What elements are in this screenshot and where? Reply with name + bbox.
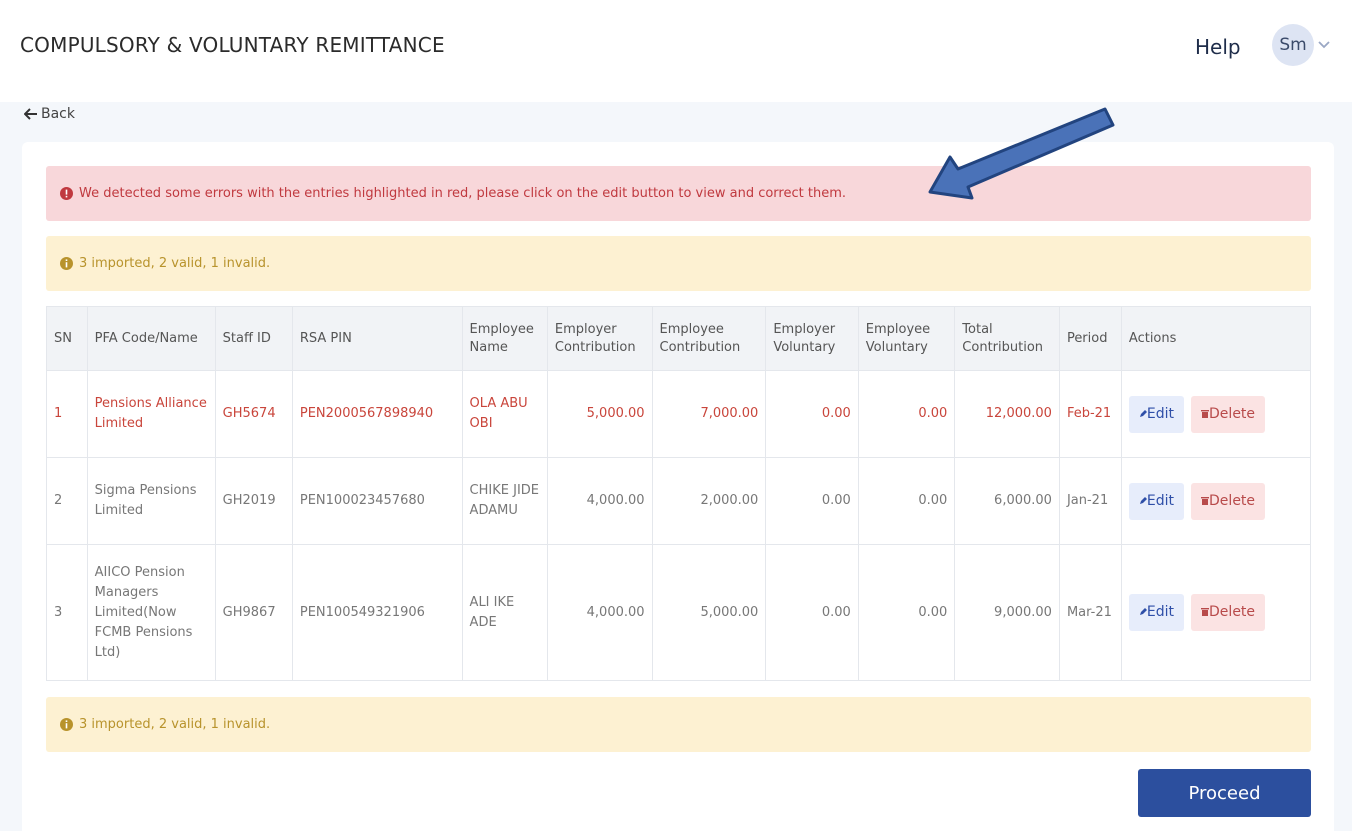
header-employer-voluntary: Employer Voluntary	[765, 306, 859, 371]
cell-pfa: Sigma Pensions Limited	[86, 457, 216, 545]
cell-employee-voluntary: 0.00	[857, 544, 956, 681]
info-circle-icon	[60, 718, 73, 731]
delete-button[interactable]: Delete	[1191, 482, 1266, 520]
cell-total-contribution: 12,000.00	[954, 370, 1060, 458]
cell-staff-id: GH5674	[214, 370, 293, 458]
pencil-icon	[1139, 496, 1147, 504]
page-title: COMPULSORY & VOLUNTARY REMITTANCE	[20, 33, 445, 57]
summary-text: 3 imported, 2 valid, 1 invalid.	[79, 717, 271, 732]
proceed-button[interactable]: Proceed	[1138, 769, 1311, 817]
cell-actions: Edit Delete	[1120, 370, 1312, 458]
cell-employee-contribution: 7,000.00	[651, 370, 767, 458]
cell-sn: 1	[46, 370, 88, 458]
summary-alert-bottom: 3 imported, 2 valid, 1 invalid.	[46, 697, 1311, 752]
pencil-icon	[1139, 608, 1147, 615]
table-header-row: SN PFA Code/Name Staff ID RSA PIN Employ…	[46, 306, 1312, 371]
header-period: Period	[1058, 306, 1122, 371]
cell-staff-id: GH9867	[214, 544, 293, 681]
remittance-table-container: SN PFA Code/Name Staff ID RSA PIN Employ…	[46, 306, 1312, 681]
cell-employer-voluntary: 0.00	[765, 370, 859, 458]
cell-actions: Edit Delete	[1120, 544, 1312, 681]
summary-text: 3 imported, 2 valid, 1 invalid.	[79, 256, 271, 271]
cell-actions: Edit Delete	[1120, 457, 1312, 545]
header-employer-contribution: Employer Contribution	[546, 306, 653, 371]
user-avatar[interactable]: Sm	[1272, 24, 1314, 66]
chevron-down-icon[interactable]	[1318, 38, 1330, 50]
error-alert-text: We detected some errors with the entries…	[79, 186, 846, 201]
header-actions: Actions	[1120, 306, 1312, 371]
cell-rsa-pin: PEN100549321906	[291, 544, 463, 681]
delete-button[interactable]: Delete	[1191, 594, 1266, 631]
trash-icon	[1201, 409, 1210, 418]
edit-button[interactable]: Edit	[1128, 482, 1185, 520]
header-sn: SN	[46, 306, 88, 371]
cell-pfa: Pensions Alliance Limited	[86, 370, 216, 458]
back-label: Back	[41, 106, 75, 122]
edit-button-label: Edit	[1146, 604, 1175, 620]
header-rsa-pin: RSA PIN	[291, 306, 463, 371]
remittance-table: SN PFA Code/Name Staff ID RSA PIN Employ…	[46, 306, 1312, 681]
header-employee-voluntary: Employee Voluntary	[857, 306, 956, 371]
summary-alert-top: 3 imported, 2 valid, 1 invalid.	[46, 236, 1311, 291]
cell-total-contribution: 6,000.00	[954, 457, 1060, 545]
header-staff-id: Staff ID	[214, 306, 293, 371]
error-alert: We detected some errors with the entries…	[46, 166, 1311, 221]
cell-total-contribution: 9,000.00	[954, 544, 1060, 681]
edit-button-label: Edit	[1146, 492, 1175, 509]
cell-employer-voluntary: 0.00	[765, 457, 859, 545]
table-row: 2 Sigma Pensions Limited GH2019 PEN10002…	[46, 457, 1312, 545]
cell-period: Feb-21	[1058, 370, 1122, 458]
arrow-left-icon	[24, 108, 37, 120]
pencil-icon	[1139, 409, 1147, 417]
header-pfa: PFA Code/Name	[86, 306, 216, 371]
cell-employer-contribution: 5,000.00	[546, 370, 653, 458]
header-employee-contribution: Employee Contribution	[651, 306, 767, 371]
cell-employee-name: OLA ABU OBI	[461, 370, 548, 458]
cell-employer-contribution: 4,000.00	[546, 457, 653, 545]
delete-button-label: Delete	[1209, 405, 1256, 422]
header-employee-name: Employee Name	[461, 306, 548, 371]
header-total-contribution: Total Contribution	[954, 306, 1060, 371]
cell-staff-id: GH2019	[214, 457, 293, 545]
cell-employee-contribution: 2,000.00	[651, 457, 767, 545]
cell-rsa-pin: PEN2000567898940	[291, 370, 463, 458]
edit-button[interactable]: Edit	[1128, 594, 1185, 631]
cell-rsa-pin: PEN100023457680	[291, 457, 463, 545]
delete-button[interactable]: Delete	[1191, 395, 1266, 433]
edit-button-label: Edit	[1146, 405, 1175, 422]
cell-employee-contribution: 5,000.00	[651, 544, 767, 681]
annotation-arrow-icon	[928, 107, 1115, 200]
table-row: 1 Pensions Alliance Limited GH5674 PEN20…	[46, 370, 1312, 458]
help-link[interactable]: Help	[1195, 35, 1241, 59]
cell-period: Mar-21	[1058, 544, 1122, 681]
trash-icon	[1201, 608, 1210, 616]
cell-period: Jan-21	[1058, 457, 1122, 545]
cell-employer-contribution: 4,000.00	[546, 544, 653, 681]
back-link[interactable]: Back	[24, 106, 75, 122]
cell-sn: 2	[46, 457, 88, 545]
top-bar: COMPULSORY & VOLUNTARY REMITTANCE Help S…	[0, 0, 1352, 102]
cell-employee-voluntary: 0.00	[857, 457, 956, 545]
exclamation-circle-icon	[60, 187, 73, 200]
cell-sn: 3	[46, 544, 88, 681]
cell-employee-name: ALI IKE ADE	[461, 544, 548, 681]
delete-button-label: Delete	[1209, 492, 1256, 509]
edit-button[interactable]: Edit	[1128, 395, 1185, 433]
cell-employer-voluntary: 0.00	[765, 544, 859, 681]
table-row: 3 AIICO Pension Managers Limited(Now FCM…	[46, 544, 1312, 681]
cell-employee-voluntary: 0.00	[857, 370, 956, 458]
info-circle-icon	[60, 257, 73, 270]
trash-icon	[1201, 496, 1210, 505]
cell-pfa: AIICO Pension Managers Limited(Now FCMB …	[86, 544, 216, 681]
delete-button-label: Delete	[1209, 604, 1256, 620]
cell-employee-name: CHIKE JIDE ADAMU	[461, 457, 548, 545]
